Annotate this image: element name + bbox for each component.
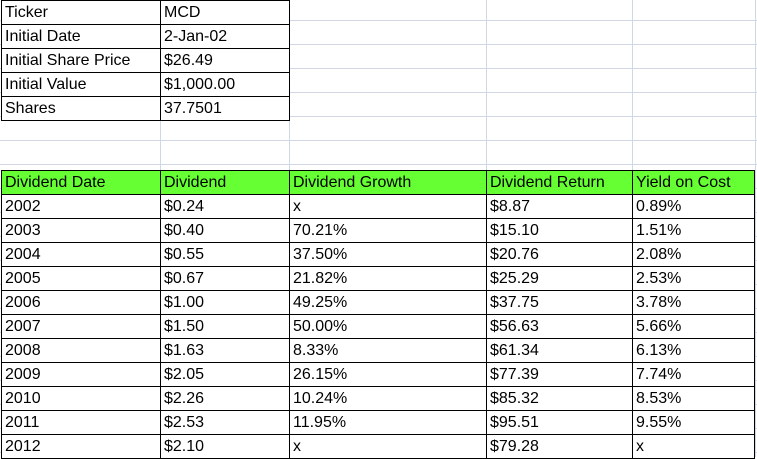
cell-dividend-return[interactable]: $25.29 bbox=[486, 266, 633, 291]
cell-dividend-growth[interactable]: 37.50% bbox=[289, 242, 487, 267]
cell-dividend-return[interactable]: $15.10 bbox=[486, 218, 633, 243]
info-label-cell[interactable]: Initial Value bbox=[1, 72, 161, 97]
info-row: Initial Share Price $26.49 bbox=[1, 48, 290, 73]
info-value-cell[interactable]: $1,000.00 bbox=[160, 72, 290, 97]
cell-dividend-date[interactable]: 2010 bbox=[1, 386, 161, 411]
cell-dividend-date[interactable]: 2008 bbox=[1, 338, 161, 363]
cell-yield-on-cost[interactable]: 9.55% bbox=[632, 410, 755, 435]
cell-yield-on-cost[interactable]: 2.53% bbox=[632, 266, 755, 291]
cell-dividend-growth[interactable]: 11.95% bbox=[289, 410, 487, 435]
cell-dividend-date[interactable]: 2005 bbox=[1, 266, 161, 291]
dividend-row: 2004 $0.55 37.50% $20.76 2.08% bbox=[1, 242, 755, 267]
cell-dividend-date[interactable]: 2003 bbox=[1, 218, 161, 243]
header-yield-on-cost[interactable]: Yield on Cost bbox=[632, 170, 755, 195]
cell-dividend[interactable]: $0.67 bbox=[160, 266, 290, 291]
cell-dividend-return[interactable]: $85.32 bbox=[486, 386, 633, 411]
cell-dividend-date[interactable]: 2002 bbox=[1, 194, 161, 219]
cell-yield-on-cost[interactable]: 3.78% bbox=[632, 290, 755, 315]
info-label-cell[interactable]: Initial Date bbox=[1, 24, 161, 49]
cell-dividend-return[interactable]: $8.87 bbox=[486, 194, 633, 219]
gridline-col-f bbox=[755, 0, 756, 457]
cell-yield-on-cost[interactable]: 2.08% bbox=[632, 242, 755, 267]
info-value-cell[interactable]: $26.49 bbox=[160, 48, 290, 73]
dividend-header-row: Dividend Date Dividend Dividend Growth D… bbox=[1, 170, 755, 195]
cell-dividend[interactable]: $2.26 bbox=[160, 386, 290, 411]
cell-dividend[interactable]: $2.10 bbox=[160, 434, 290, 459]
cell-yield-on-cost[interactable]: 1.51% bbox=[632, 218, 755, 243]
cell-dividend-return[interactable]: $56.63 bbox=[486, 314, 633, 339]
cell-dividend-growth[interactable]: 49.25% bbox=[289, 290, 487, 315]
dividend-row: 2008 $1.63 8.33% $61.34 6.13% bbox=[1, 338, 755, 363]
info-label-cell[interactable]: Shares bbox=[1, 96, 161, 121]
cell-dividend-date[interactable]: 2011 bbox=[1, 410, 161, 435]
info-row: Initial Value $1,000.00 bbox=[1, 72, 290, 97]
cell-dividend-date[interactable]: 2006 bbox=[1, 290, 161, 315]
cell-dividend-growth[interactable]: 26.15% bbox=[289, 362, 487, 387]
cell-dividend-growth[interactable]: x bbox=[289, 194, 487, 219]
dividend-row: 2011 $2.53 11.95% $95.51 9.55% bbox=[1, 410, 755, 435]
cell-dividend-return[interactable]: $95.51 bbox=[486, 410, 633, 435]
dividend-row: 2009 $2.05 26.15% $77.39 7.74% bbox=[1, 362, 755, 387]
dividend-table: Dividend Date Dividend Dividend Growth D… bbox=[1, 170, 755, 459]
cell-dividend[interactable]: $2.53 bbox=[160, 410, 290, 435]
header-dividend[interactable]: Dividend bbox=[160, 170, 290, 195]
info-value-cell[interactable]: 37.7501 bbox=[160, 96, 290, 121]
info-row: Shares 37.7501 bbox=[1, 96, 290, 121]
cell-dividend-growth[interactable]: 8.33% bbox=[289, 338, 487, 363]
header-dividend-growth[interactable]: Dividend Growth bbox=[289, 170, 487, 195]
header-dividend-return[interactable]: Dividend Return bbox=[486, 170, 633, 195]
cell-dividend-return[interactable]: $77.39 bbox=[486, 362, 633, 387]
cell-dividend[interactable]: $1.50 bbox=[160, 314, 290, 339]
info-row: Ticker MCD bbox=[1, 0, 290, 25]
cell-dividend[interactable]: $2.05 bbox=[160, 362, 290, 387]
info-value-cell[interactable]: 2-Jan-02 bbox=[160, 24, 290, 49]
cell-yield-on-cost[interactable]: 5.66% bbox=[632, 314, 755, 339]
cell-dividend-date[interactable]: 2007 bbox=[1, 314, 161, 339]
cell-yield-on-cost[interactable]: 7.74% bbox=[632, 362, 755, 387]
dividend-row: 2006 $1.00 49.25% $37.75 3.78% bbox=[1, 290, 755, 315]
cell-dividend-growth[interactable]: 21.82% bbox=[289, 266, 487, 291]
cell-dividend-growth[interactable]: 70.21% bbox=[289, 218, 487, 243]
dividend-row: 2003 $0.40 70.21% $15.10 1.51% bbox=[1, 218, 755, 243]
cell-yield-on-cost[interactable]: 8.53% bbox=[632, 386, 755, 411]
cell-dividend[interactable]: $1.00 bbox=[160, 290, 290, 315]
cell-yield-on-cost[interactable]: 0.89% bbox=[632, 194, 755, 219]
info-value-cell[interactable]: MCD bbox=[160, 0, 290, 25]
cell-dividend[interactable]: $0.24 bbox=[160, 194, 290, 219]
cell-dividend-growth[interactable]: x bbox=[289, 434, 487, 459]
info-row: Initial Date 2-Jan-02 bbox=[1, 24, 290, 49]
stock-info-table: Ticker MCD Initial Date 2-Jan-02 Initial… bbox=[1, 0, 290, 121]
cell-dividend-date[interactable]: 2009 bbox=[1, 362, 161, 387]
dividend-row: 2012 $2.10 x $79.28 x bbox=[1, 434, 755, 459]
cell-dividend[interactable]: $0.55 bbox=[160, 242, 290, 267]
cell-dividend-growth[interactable]: 10.24% bbox=[289, 386, 487, 411]
header-dividend-date[interactable]: Dividend Date bbox=[1, 170, 161, 195]
cell-dividend-return[interactable]: $61.34 bbox=[486, 338, 633, 363]
cell-dividend[interactable]: $1.63 bbox=[160, 338, 290, 363]
cell-dividend-return[interactable]: $79.28 bbox=[486, 434, 633, 459]
dividend-row: 2007 $1.50 50.00% $56.63 5.66% bbox=[1, 314, 755, 339]
dividend-row: 2005 $0.67 21.82% $25.29 2.53% bbox=[1, 266, 755, 291]
info-label-cell[interactable]: Ticker bbox=[1, 0, 161, 25]
cell-yield-on-cost[interactable]: x bbox=[632, 434, 755, 459]
cell-yield-on-cost[interactable]: 6.13% bbox=[632, 338, 755, 363]
dividend-row: 2010 $2.26 10.24% $85.32 8.53% bbox=[1, 386, 755, 411]
cell-dividend-return[interactable]: $37.75 bbox=[486, 290, 633, 315]
info-label-cell[interactable]: Initial Share Price bbox=[1, 48, 161, 73]
cell-dividend-date[interactable]: 2012 bbox=[1, 434, 161, 459]
spreadsheet-grid[interactable]: Ticker MCD Initial Date 2-Jan-02 Initial… bbox=[0, 0, 757, 459]
dividend-row: 2002 $0.24 x $8.87 0.89% bbox=[1, 194, 755, 219]
cell-dividend[interactable]: $0.40 bbox=[160, 218, 290, 243]
cell-dividend-return[interactable]: $20.76 bbox=[486, 242, 633, 267]
cell-dividend-growth[interactable]: 50.00% bbox=[289, 314, 487, 339]
cell-dividend-date[interactable]: 2004 bbox=[1, 242, 161, 267]
